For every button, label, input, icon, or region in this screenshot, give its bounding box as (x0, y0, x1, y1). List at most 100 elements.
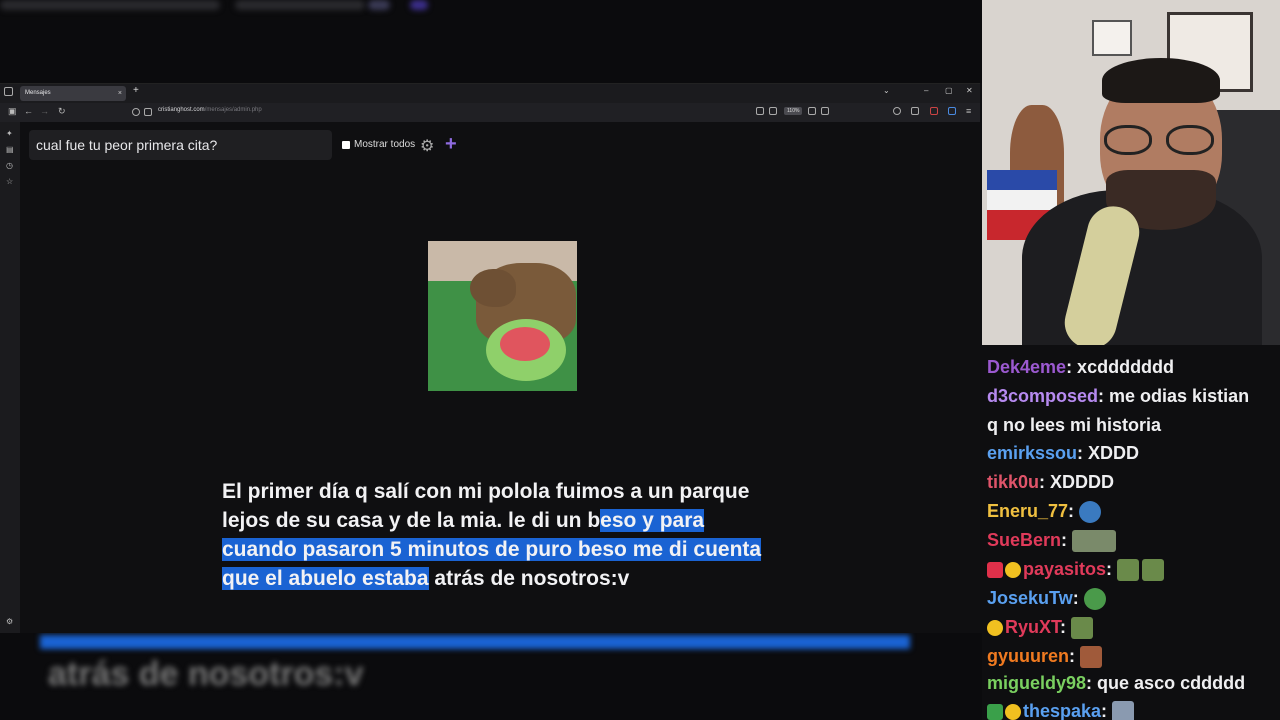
show-all-checkbox[interactable] (342, 140, 350, 149)
translate-icon[interactable] (769, 107, 777, 115)
chat-username[interactable]: SueBern (987, 530, 1061, 550)
blurred-selection-bar (40, 635, 910, 649)
browser-sidebar: ✦ ▤ ◷ ☆ ⚙ (0, 122, 20, 634)
capybara-watermelon-image (428, 241, 577, 391)
extensions-icon[interactable] (911, 107, 919, 115)
sunglasses-badge-icon (1005, 562, 1021, 579)
sidebar-toggle-icon[interactable] (4, 87, 13, 96)
chat-text: : (1106, 559, 1113, 579)
address-bar[interactable]: cristianghost.com/mensajes/admin.php (128, 105, 838, 120)
ai-sparkle-icon[interactable]: ✦ (6, 130, 14, 138)
chat-text: : (1101, 701, 1108, 720)
capybara-emote-icon (1071, 617, 1094, 640)
chat-text: : (1068, 501, 1075, 521)
tab-bar: Mensajes × + ⌄ – ▢ ✕ (0, 84, 980, 103)
favorites-star-icon[interactable]: ☆ (6, 178, 14, 186)
zoom-level[interactable]: 110% (784, 107, 803, 115)
chat-message: emirkssou: XDDD (987, 439, 1139, 468)
chat-message-continuation: q no lees mi historia (987, 411, 1161, 440)
back-arrow-icon[interactable]: ← (24, 106, 33, 116)
forward-arrow-icon[interactable]: → (40, 106, 49, 116)
new-tab-button[interactable]: + (133, 85, 139, 96)
bookmark-star-icon[interactable] (821, 107, 829, 115)
extension-red-icon[interactable] (930, 107, 938, 115)
maximize-button[interactable]: ▢ (945, 86, 953, 95)
chat-text: : XDDD (1077, 443, 1140, 463)
blurred-echo-text: atrás de nosotros:v (48, 655, 364, 693)
chat-username[interactable]: thespaka (1023, 701, 1101, 720)
chat-username[interactable]: RyuXT (1005, 617, 1060, 637)
chat-text: : (1061, 530, 1068, 550)
sunglasses-badge-icon (1005, 704, 1021, 720)
browser-window: Mensajes × + ⌄ – ▢ ✕ ▣ ← → ↻ cristiangho… (0, 83, 980, 634)
tab-mensajes[interactable]: Mensajes × (20, 86, 126, 101)
chat-text: : xcddddddd (1066, 357, 1175, 377)
chat-text: : XDDDD (1039, 472, 1115, 492)
chat-message: migueldy98: que asco cddddd (987, 669, 1245, 698)
chat-message: Dek4eme: xcddddddd (987, 353, 1174, 382)
menu-icon[interactable]: ≡ (966, 106, 971, 116)
tab-list-chevron-icon[interactable]: ⌄ (883, 86, 890, 95)
tab-close-icon[interactable]: × (118, 86, 122, 101)
message-part2: atrás de nosotros:v (428, 567, 630, 590)
question-input[interactable]: cual fue tu peor primera cita? (29, 130, 332, 160)
account-icon[interactable] (893, 107, 901, 115)
chat-message: d3composed: me odias kistian (987, 382, 1249, 411)
minimize-button[interactable]: – (924, 86, 928, 95)
chat-username[interactable]: tikk0u (987, 472, 1039, 492)
chat-username[interactable]: migueldy98 (987, 673, 1086, 693)
blurred-zoom-echo: atrás de nosotros:v (0, 633, 982, 720)
chat-message: tikk0u: XDDDD (987, 468, 1114, 497)
extension-blue-icon[interactable] (948, 107, 956, 115)
sub-badge-icon (987, 562, 1003, 579)
show-all-toggle[interactable]: Mostrar todos (342, 139, 415, 150)
url-path: /mensajes/admin.php (204, 107, 262, 113)
chat-username[interactable]: Dek4eme (987, 357, 1066, 377)
show-all-label: Mostrar todos (354, 139, 416, 150)
chat-username[interactable]: Eneru_77 (987, 501, 1068, 521)
close-window-button[interactable]: ✕ (966, 86, 973, 95)
chat-username[interactable]: gyuuuren (987, 646, 1069, 666)
url-text[interactable]: cristianghost.com/mensajes/admin.php (158, 107, 262, 113)
chat-text: : (1069, 646, 1076, 666)
screenshot-icon[interactable] (808, 107, 816, 115)
chat-username[interactable]: payasitos (1023, 559, 1106, 579)
blurred-header (0, 0, 982, 83)
pepe-emote-icon (1083, 588, 1106, 611)
chat-username[interactable]: d3composed (987, 386, 1098, 406)
sidebar-panel-icon[interactable]: ▣ (8, 106, 17, 117)
message-text: El primer día q salí con mi polola fuimo… (222, 477, 782, 593)
chat-message: gyuuuren: (987, 642, 1105, 671)
chat-message: SueBern: (987, 526, 1119, 555)
add-plus-icon[interactable]: + (445, 133, 457, 156)
character-emote-icon (1080, 646, 1103, 669)
yellow-badge-icon (987, 620, 1003, 637)
chat-text: : que asco cddddd (1086, 673, 1246, 693)
lock-icon[interactable] (144, 108, 152, 116)
reload-icon[interactable]: ↻ (58, 106, 66, 117)
chat-text: : (1072, 588, 1079, 608)
chat-message: RyuXT: (987, 613, 1096, 642)
history-clock-icon[interactable]: ◷ (6, 162, 14, 170)
wall-picture (1092, 20, 1132, 56)
bookmarks-icon[interactable]: ▤ (6, 146, 14, 154)
tab-title: Mensajes (25, 90, 51, 96)
chat-message: payasitos: (987, 555, 1167, 584)
stream-layout: Mensajes × + ⌄ – ▢ ✕ ▣ ← → ↻ cristiangho… (0, 0, 1280, 720)
capybara-emote-icon (1142, 559, 1165, 582)
chat-text: : (1060, 617, 1067, 637)
chat-message: JosekuTw: (987, 584, 1109, 613)
sidebar-settings-icon[interactable]: ⚙ (6, 618, 14, 626)
face-emote-icon (1112, 701, 1135, 720)
chat-text: q no lees mi historia (987, 415, 1162, 435)
reader-view-icon[interactable] (756, 107, 764, 115)
capybara-emote-icon (1117, 559, 1140, 582)
shield-icon[interactable] (132, 108, 140, 116)
chat-username[interactable]: emirkssou (987, 443, 1077, 463)
chat-message: thespaka: (987, 697, 1137, 720)
chat-text: : me odias kistian (1098, 386, 1250, 406)
chat-username[interactable]: JosekuTw (987, 588, 1073, 608)
settings-gear-icon[interactable]: ⚙ (420, 136, 434, 156)
page-content: cual fue tu peor primera cita? Mostrar t… (20, 122, 980, 634)
url-host: cristianghost.com (158, 107, 205, 113)
